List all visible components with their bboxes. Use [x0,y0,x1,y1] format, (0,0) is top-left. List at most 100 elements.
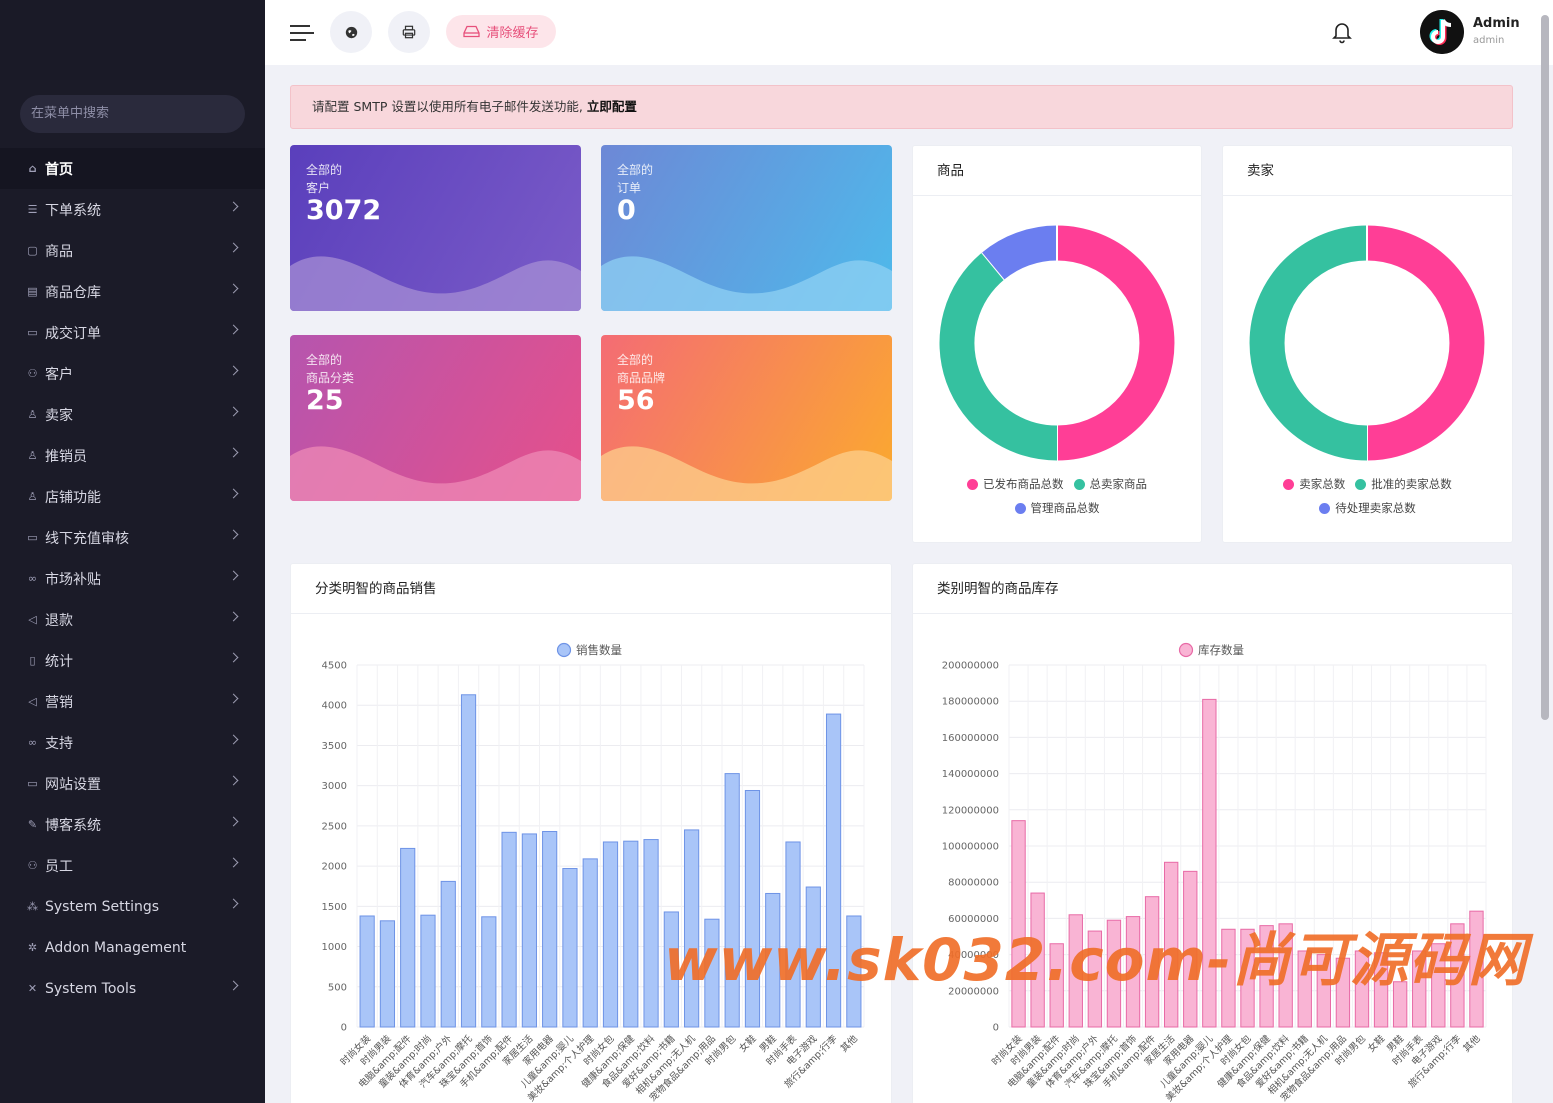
bar[interactable] [460,694,477,1028]
sidebar-item[interactable]: ✎ 博客系统 [0,804,265,845]
legend-dot [1283,478,1295,490]
y-tick-label: 160000000 [942,733,999,744]
sidebar-item[interactable]: ♙ 推销员 [0,435,265,476]
legend-item[interactable]: 待处理卖家总数 [1319,500,1416,516]
sidebar-item[interactable]: ▢ 商品 [0,230,265,271]
user-avatar[interactable] [1420,10,1464,54]
watermark-text: www.sk032.com-尚可源码网 [664,926,1528,994]
sales-chart-panel: 分类明智的商品销售 销售数量 0 500 1000 1500 2000 2500 3000 35… [290,563,892,1103]
legend-item[interactable]: 卖家总数 [1283,476,1345,492]
donut-slice[interactable] [982,225,1058,280]
print-button[interactable] [388,11,430,53]
tools-icon: ✕ [27,982,38,995]
legend-dot[interactable] [1178,642,1194,658]
sidebar-item-label: Addon Management [45,939,187,956]
stat-value: 0 [617,195,636,226]
legend-label: 批准的卖家总数 [1371,477,1452,491]
bar[interactable] [602,841,619,1028]
sidebar-item[interactable]: ☰ 下单系统 [0,189,265,230]
stat-card[interactable]: 全部的 客户 3072 [290,145,581,311]
bar[interactable] [379,920,396,1028]
bar[interactable] [582,858,598,1028]
sidebar-item[interactable]: ▭ 网站设置 [0,763,265,804]
legend-item[interactable]: 批准的卖家总数 [1355,476,1452,492]
y-tick-label: 2000 [322,862,347,873]
sidebar-item[interactable]: ▤ 商品仓库 [0,271,265,312]
clear-cache-button[interactable]: 清除缓存 [446,15,556,48]
chevron-right-icon [228,324,239,335]
sidebar-item[interactable]: ⚇ 客户 [0,353,265,394]
user-name[interactable]: Admin [1473,16,1520,31]
legend-item[interactable]: 已发布商品总数 [967,476,1064,492]
bar[interactable] [359,915,375,1028]
chevron-right-icon [228,488,239,499]
y-tick-label: 120000000 [942,805,999,816]
bar[interactable] [623,840,639,1028]
sidebar-item[interactable]: ♙ 店铺功能 [0,476,265,517]
sidebar-item[interactable]: ◁ 退款 [0,599,265,640]
user-role: admin [1473,35,1505,46]
sidebar-item-label: 首页 [45,161,73,178]
panel-title: 商品 [913,146,1201,196]
staff-icon: ⚇ [27,859,38,872]
home-icon: ⌂ [28,162,37,175]
legend-item[interactable]: 管理商品总数 [1014,500,1100,516]
menu-search-input[interactable]: 在菜单中搜索 [20,95,245,133]
panel-title: 分类明智的商品销售 [291,564,891,614]
bar[interactable] [643,839,659,1028]
chevron-right-icon [228,611,239,622]
chevron-right-icon [228,283,239,294]
sidebar-item[interactable]: ✕ System Tools [0,968,265,1009]
bar[interactable] [521,833,537,1028]
sidebar-item[interactable]: ▭ 线下充值审核 [0,517,265,558]
x-tick-label: 女鞋 [737,1032,759,1054]
stat-label: 全部的 订单 [617,163,654,195]
addon-icon: ✲ [27,941,38,954]
notification-bell-icon[interactable] [1331,20,1353,44]
legend-item[interactable]: 总卖家商品 [1073,476,1148,492]
legend-label: 总卖家商品 [1089,477,1148,491]
page-scrollbar[interactable] [1541,15,1549,720]
bar[interactable] [400,847,416,1028]
stat-value: 25 [306,385,344,416]
sidebar-item[interactable]: ▯ 统计 [0,640,265,681]
sidebar-item-label: 退款 [45,612,73,629]
sidebar-item-label: 员工 [45,858,73,875]
sidebar-item[interactable]: ⚇ 员工 [0,845,265,886]
sidebar-item[interactable]: ⌂ 首页 [0,148,265,189]
user-icon: ♙ [27,449,38,462]
donut-slice[interactable] [1249,225,1368,461]
list-icon: ☰ [27,203,38,216]
stat-card[interactable]: 全部的 订单 0 [601,145,892,311]
chevron-right-icon [228,201,239,212]
y-tick-label: 3500 [322,741,347,752]
language-globe-button[interactable] [330,11,372,53]
sidebar-item[interactable]: ∞ 市场补贴 [0,558,265,599]
sidebar-item[interactable]: ♙ 卖家 [0,394,265,435]
donut-slice[interactable] [1366,225,1485,461]
y-tick-label: 100000000 [942,842,999,853]
legend-dot[interactable] [556,642,572,658]
bar[interactable] [562,868,578,1028]
bar[interactable] [481,916,497,1028]
sidebar-item[interactable]: ∞ 支持 [0,722,265,763]
menu-toggle-icon[interactable] [290,23,314,43]
bar[interactable] [542,831,558,1028]
sidebar-item[interactable]: ⁂ System Settings [0,886,265,927]
bar[interactable] [501,831,517,1028]
y-tick-label: 4000 [322,701,347,712]
stat-card[interactable]: 全部的 商品分类 25 [290,335,581,501]
sidebar-item[interactable]: ◁ 营销 [0,681,265,722]
configure-now-link[interactable]: 立即配置 [587,99,637,114]
wave-decoration [601,446,892,501]
bar[interactable] [420,914,436,1028]
stat-card[interactable]: 全部的 商品品牌 56 [601,335,892,501]
chevron-right-icon [228,898,239,909]
sidebar-item[interactable]: ✲ Addon Management [0,927,265,968]
bar[interactable] [440,880,456,1028]
donut-slice[interactable] [939,252,1058,461]
sidebar-item[interactable]: ▭ 成交订单 [0,312,265,353]
donut-slice[interactable] [1056,225,1175,461]
sidebar-item-label: 客户 [45,366,73,383]
legend-dot [1319,502,1331,514]
